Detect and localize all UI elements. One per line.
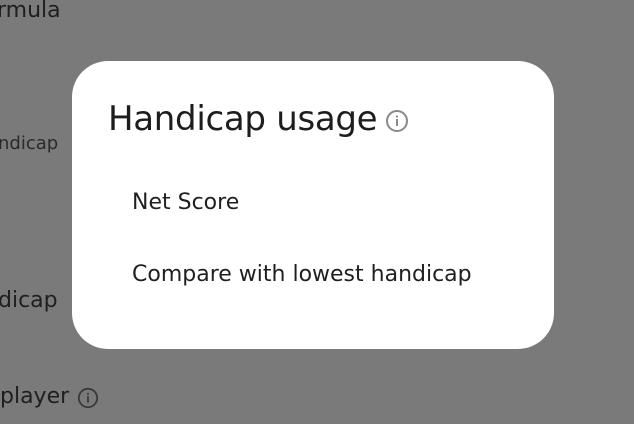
player-label: player: [0, 384, 70, 409]
dialog-title: Handicap usage: [108, 99, 378, 139]
formula-label: rmula: [0, 0, 61, 23]
handicap-label-small: ndicap: [0, 133, 59, 154]
dialog-title-row: Handicap usage: [108, 99, 409, 139]
info-icon[interactable]: [385, 109, 409, 133]
handicap-usage-dialog: Handicap usage Net Score Compare with lo…: [72, 61, 554, 349]
option-net-score[interactable]: Net Score: [132, 190, 239, 215]
option-compare-lowest-handicap[interactable]: Compare with lowest handicap: [132, 262, 472, 287]
handicap-label: dicap: [0, 288, 58, 313]
player-row: player: [0, 384, 99, 409]
info-icon[interactable]: [77, 387, 99, 408]
